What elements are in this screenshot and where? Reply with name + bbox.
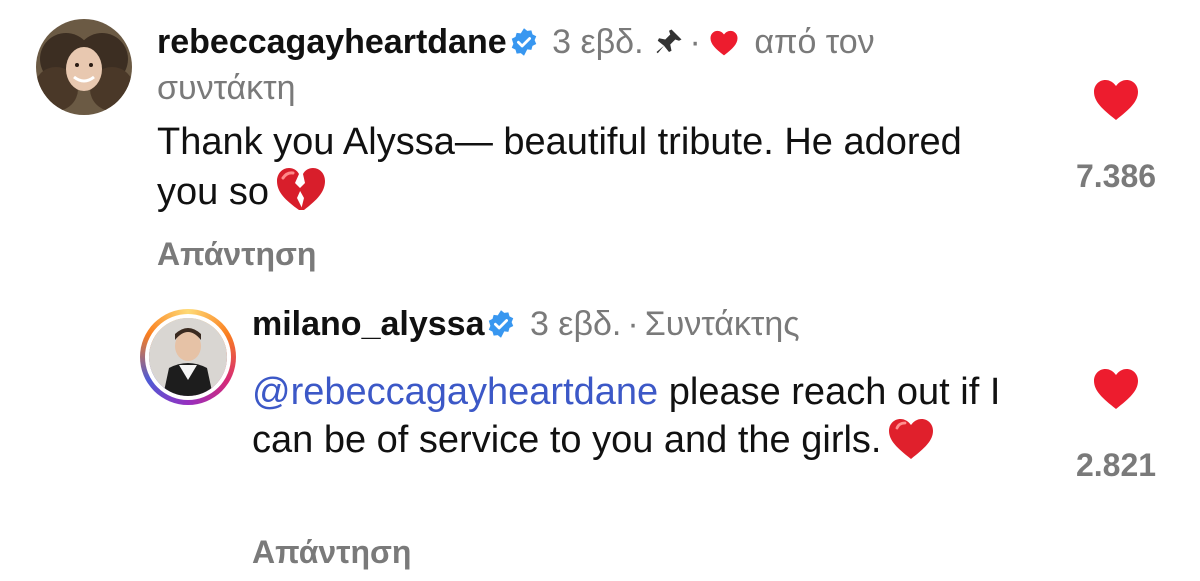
author-liked-label: από τον: [754, 23, 875, 61]
reply-button[interactable]: Απάντηση: [252, 532, 411, 572]
comment-header: rebeccagayheartdane 3 εβδ. · από τον: [157, 20, 875, 68]
pin-icon: [654, 24, 684, 68]
avatar[interactable]: [36, 19, 132, 115]
separator-dot: ·: [689, 23, 701, 61]
like-count: 7.386: [1075, 158, 1157, 194]
comment-text: @rebeccagayheartdane please reach out if…: [252, 368, 1052, 472]
comment-header: milano_alyssa 3 εβδ. · Συντάκτης: [252, 302, 800, 350]
like-section: 7.386: [1056, 77, 1176, 196]
comment-text: Thank you Alyssa— beautiful tribute. He …: [157, 118, 977, 224]
username[interactable]: rebeccagayheartdane: [157, 23, 507, 61]
username[interactable]: milano_alyssa: [252, 305, 484, 343]
timestamp: 3 εβδ.: [552, 23, 644, 61]
like-heart-icon[interactable]: [1056, 366, 1176, 415]
story-ring[interactable]: [140, 309, 236, 405]
mention-link[interactable]: @rebeccagayheartdane: [252, 371, 658, 413]
red-heart-icon: [887, 416, 935, 472]
reply-button[interactable]: Απάντηση: [157, 234, 316, 274]
author-liked-label-continued: συντάκτη: [157, 69, 296, 107]
timestamp: 3 εβδ.: [529, 305, 622, 343]
like-count: 2.821: [1075, 447, 1157, 483]
verified-badge-icon: [509, 24, 539, 68]
reply-comment: milano_alyssa 3 εβδ. · Συντάκτης @rebeccag…: [0, 290, 1200, 581]
like-section: 2.821: [1056, 366, 1176, 485]
like-heart-icon[interactable]: [1056, 77, 1176, 126]
verified-badge-icon: [486, 306, 516, 350]
heart-icon: [709, 23, 739, 67]
separator-dot: ·: [627, 305, 639, 343]
broken-heart-icon: [275, 166, 327, 224]
author-role-label: Συντάκτης: [644, 305, 800, 343]
avatar: [145, 314, 231, 400]
comment: rebeccagayheartdane 3 εβδ. · από τον συντ…: [0, 0, 1200, 290]
